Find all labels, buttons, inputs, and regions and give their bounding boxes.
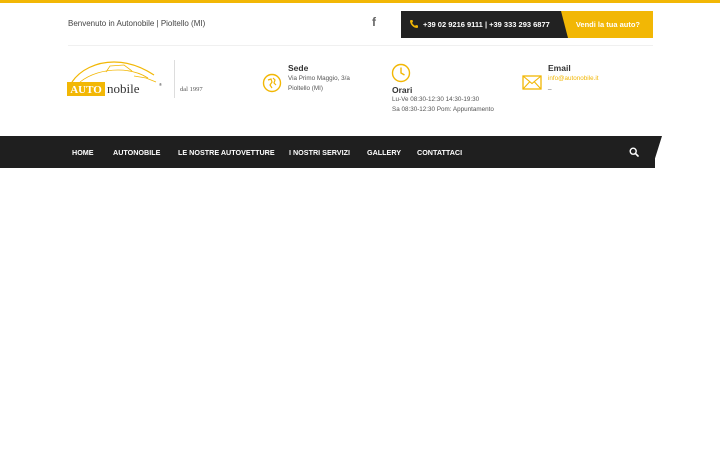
logo-nobile: nobile <box>107 81 140 96</box>
nav-item-contattaci[interactable]: CONTATTACI <box>417 148 462 157</box>
email-title: Email <box>548 63 571 73</box>
nav-tail <box>652 136 662 168</box>
orari-saturday: Sa 08:30-12:30 Pom: Appuntamento <box>392 106 494 113</box>
email-extra: _ <box>548 83 552 90</box>
top-bar: Benvenuto in Autonobile | Pioltello (MI)… <box>0 3 720 46</box>
since-text: dal 1997 <box>180 86 203 93</box>
sell-car-label: Vendi la tua auto? <box>575 20 640 29</box>
logo-divider <box>174 60 175 98</box>
search-icon[interactable] <box>629 147 639 157</box>
phone-numbers: +39 02 9216 9111 | +39 333 293 6877 <box>423 20 550 29</box>
nav-item-autovetture[interactable]: LE NOSTRE AUTOVETTURE <box>178 148 275 157</box>
facebook-icon[interactable]: f <box>368 14 380 30</box>
clock-icon <box>391 63 411 83</box>
sell-car-button[interactable]: Vendi la tua auto? <box>561 11 653 38</box>
welcome-text: Benvenuto in Autonobile | Pioltello (MI) <box>68 19 206 28</box>
nav-item-gallery[interactable]: GALLERY <box>367 148 401 157</box>
map-icon <box>262 73 282 93</box>
nav-item-home[interactable]: HOME <box>72 148 94 157</box>
divider <box>68 45 653 46</box>
orari-weekday: Lu-Ve 08:30-12:30 14:30-19:30 <box>392 96 480 103</box>
sede-title: Sede <box>288 63 309 73</box>
sede-address: Via Primo Maggio, 3/a <box>288 75 350 82</box>
nav-item-autonobile[interactable]: AUTONOBILE <box>113 148 160 157</box>
nav-item-servizi[interactable]: I NOSTRI SERVIZI <box>289 148 350 157</box>
logo-registered: ® <box>159 82 162 87</box>
autonobile-logo[interactable]: AUTO nobile ® <box>66 58 166 100</box>
logo-auto: AUTO <box>70 84 102 96</box>
email-link[interactable]: info@autonobile.it <box>548 75 599 82</box>
sede-city: Pioltello (MI) <box>288 85 323 92</box>
phone-box[interactable]: +39 02 9216 9111 | +39 333 293 6877 <box>401 11 572 38</box>
phone-icon <box>410 20 418 28</box>
orari-title: Orari <box>392 85 413 95</box>
envelope-icon <box>522 75 542 90</box>
